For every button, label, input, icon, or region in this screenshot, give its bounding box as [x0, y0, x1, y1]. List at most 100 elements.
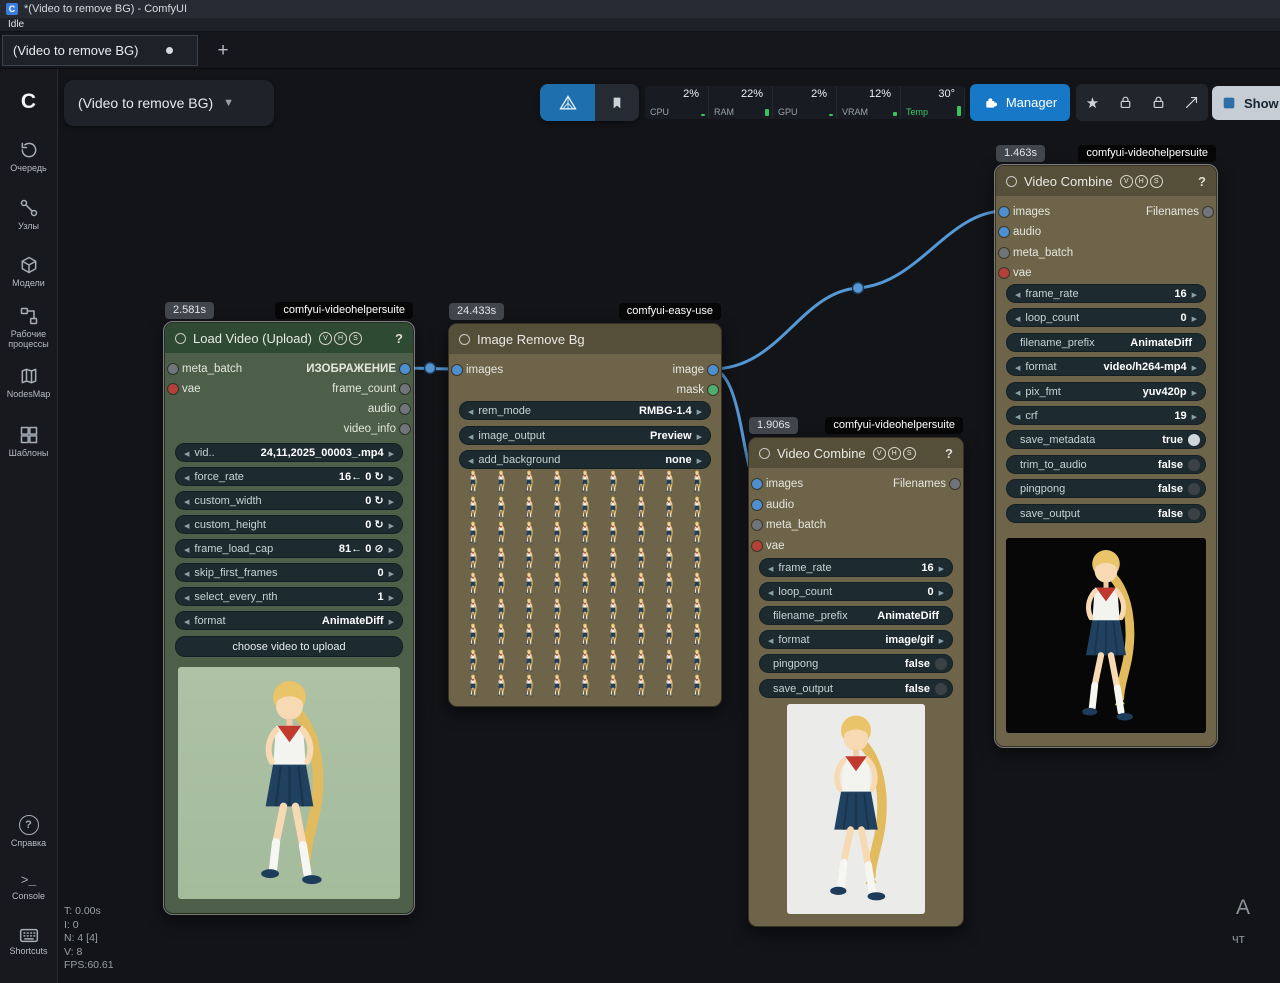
widget-pix-fmt[interactable]: pix_fmt yuv420p — [1006, 382, 1206, 401]
sidebar-item-shortcuts[interactable]: Shortcuts — [0, 928, 57, 956]
sidebar-item-models[interactable]: Модели — [0, 255, 57, 288]
input-port-vae[interactable] — [168, 384, 178, 394]
toggle-knob[interactable] — [1188, 483, 1200, 495]
choose-video-upload-button[interactable]: choose video to upload — [175, 636, 403, 657]
node-title: Image Remove Bg — [477, 332, 585, 347]
node-header[interactable]: Video Combine VHS — [749, 438, 963, 468]
widget-save-output[interactable]: save_output false — [1006, 504, 1206, 523]
input-port-audio[interactable] — [752, 500, 762, 510]
input-port-meta-batch[interactable] — [999, 248, 1009, 258]
input-port-meta-batch[interactable] — [752, 520, 762, 530]
queue-prompt-button[interactable] — [540, 84, 595, 121]
show-button[interactable]: Show — [1212, 86, 1280, 120]
node-video-combine-mp4[interactable]: 1.463s comfyui-videohelpersuite Video Co… — [995, 165, 1217, 747]
stat-gpu: 2% GPU — [773, 86, 837, 119]
widget-frame-rate[interactable]: frame_rate 16 — [759, 558, 953, 577]
widget-format[interactable]: format image/gif — [759, 630, 953, 649]
widget-pingpong[interactable]: pingpong false — [759, 654, 953, 673]
widget-image-output[interactable]: image_output Preview — [459, 426, 711, 445]
output-port-image[interactable] — [400, 364, 410, 374]
sidebar-item-console[interactable]: Console — [0, 873, 57, 901]
tab-active-workflow[interactable]: (Video to remove BG) — [2, 35, 198, 66]
sidebar-item-templates[interactable]: Шаблоны — [0, 425, 57, 458]
bookmark-button[interactable] — [595, 84, 639, 121]
widget-save-metadata[interactable]: save_metadata true — [1006, 430, 1206, 449]
new-tab-button[interactable]: + — [208, 35, 238, 66]
input-port-vae[interactable] — [999, 268, 1009, 278]
reroute-dot[interactable] — [853, 283, 864, 294]
output-port-audio[interactable] — [400, 404, 410, 414]
widget-loop-count[interactable]: loop_count 0 — [1006, 308, 1206, 327]
node-help-icon[interactable] — [1198, 174, 1206, 189]
manager-button[interactable]: Manager — [970, 84, 1070, 121]
output-port-video-info[interactable] — [400, 424, 410, 434]
workflow-selector[interactable]: (Video to remove BG) — [64, 80, 274, 126]
widget-crf[interactable]: crf 19 — [1006, 406, 1206, 425]
widget-custom-height[interactable]: custom_height 0 ↻ — [175, 515, 403, 534]
node-header[interactable]: Image Remove Bg — [449, 324, 721, 354]
toggle-knob[interactable] — [1188, 434, 1200, 446]
node-load-video-upload[interactable]: 2.581s comfyui-videohelpersuite Load Vid… — [164, 322, 414, 914]
input-port-images[interactable] — [999, 207, 1009, 217]
widget-select-every-nth[interactable]: select_every_nth 1 — [175, 587, 403, 606]
widget-custom-width[interactable]: custom_width 0 ↻ — [175, 491, 403, 510]
widget-force-rate[interactable]: force_rate 16← 0 ↻ — [175, 467, 403, 486]
node-help-icon[interactable] — [395, 331, 403, 346]
widget-format[interactable]: format AnimateDiff — [175, 611, 403, 630]
collapse-dot[interactable] — [1006, 176, 1017, 187]
lock-button[interactable] — [1109, 84, 1142, 121]
io-row: meta_batch — [996, 243, 1216, 263]
io-row: vae frame_count — [165, 379, 413, 399]
toggle-knob[interactable] — [935, 658, 947, 670]
star-button[interactable] — [1076, 84, 1109, 121]
widget-add-background[interactable]: add_background none — [459, 450, 711, 469]
widget-filename-prefix[interactable]: filename_prefix AnimateDiff — [759, 606, 953, 625]
node-plugin-badge: comfyui-videohelpersuite — [1078, 145, 1216, 162]
output-port-filenames[interactable] — [950, 479, 960, 489]
output-port-mask[interactable] — [708, 385, 718, 395]
node-image-remove-bg[interactable]: 24.433s comfyui-easy-use Image Remove Bg… — [448, 323, 722, 707]
input-port-images[interactable] — [752, 479, 762, 489]
node-help-icon[interactable] — [945, 446, 953, 461]
node-header[interactable]: Video Combine VHS — [996, 166, 1216, 196]
toggle-knob[interactable] — [1188, 459, 1200, 471]
share-button[interactable] — [1175, 84, 1208, 121]
collapse-dot[interactable] — [175, 333, 186, 344]
widget-pingpong[interactable]: pingpong false — [1006, 479, 1206, 498]
widget-loop-count[interactable]: loop_count 0 — [759, 582, 953, 601]
output-port-filenames[interactable] — [1203, 207, 1213, 217]
clipped-text: А — [1236, 896, 1250, 920]
widget-trim-to-audio[interactable]: trim_to_audio false — [1006, 455, 1206, 474]
output-port-image[interactable] — [708, 365, 718, 375]
output-port-frame-count[interactable] — [400, 384, 410, 394]
toggle-knob[interactable] — [1188, 508, 1200, 520]
widget-filename-prefix[interactable]: filename_prefix AnimateDiff — [1006, 333, 1206, 352]
node-video-combine-gif[interactable]: 1.906s comfyui-videohelpersuite Video Co… — [748, 437, 964, 927]
widget-frame-load-cap[interactable]: frame_load_cap 81← 0 ⊘ — [175, 539, 403, 558]
sidebar-item-workflows[interactable]: Рабочие процессы — [0, 306, 57, 349]
io-row: vae — [749, 536, 963, 556]
sidebar-item-nodes[interactable]: Узлы — [0, 198, 57, 231]
widget-video-file[interactable]: vid.. 24,11,2025_00003_.mp4 — [175, 443, 403, 462]
sidebar-item-nodesmap[interactable]: NodesMap — [0, 366, 57, 399]
widget-frame-rate[interactable]: frame_rate 16 — [1006, 284, 1206, 303]
lock-all-button[interactable] — [1142, 84, 1175, 121]
lock-icon — [1117, 94, 1134, 111]
sidebar-item-queue[interactable]: Очередь — [0, 140, 57, 173]
widget-format[interactable]: format video/h264-mp4 — [1006, 357, 1206, 376]
reroute-dot[interactable] — [425, 363, 436, 374]
input-port-audio[interactable] — [999, 227, 1009, 237]
widget-skip-first-frames[interactable]: skip_first_frames 0 — [175, 563, 403, 582]
input-port-images[interactable] — [452, 365, 462, 375]
input-port-meta-batch[interactable] — [168, 364, 178, 374]
collapse-dot[interactable] — [459, 334, 470, 345]
widget-save-output[interactable]: save_output false — [759, 679, 953, 698]
toggle-knob[interactable] — [935, 683, 947, 695]
widget-rem-mode[interactable]: rem_mode RMBG-1.4 — [459, 401, 711, 420]
node-header[interactable]: Load Video (Upload) VHS — [165, 323, 413, 353]
collapse-dot[interactable] — [759, 448, 770, 459]
puzzle-icon — [983, 95, 999, 111]
sidebar-item-help[interactable]: Справка — [0, 815, 57, 848]
sidebar: Очередь Узлы Модели Рабочие процессы Nod… — [0, 68, 58, 983]
input-port-vae[interactable] — [752, 541, 762, 551]
